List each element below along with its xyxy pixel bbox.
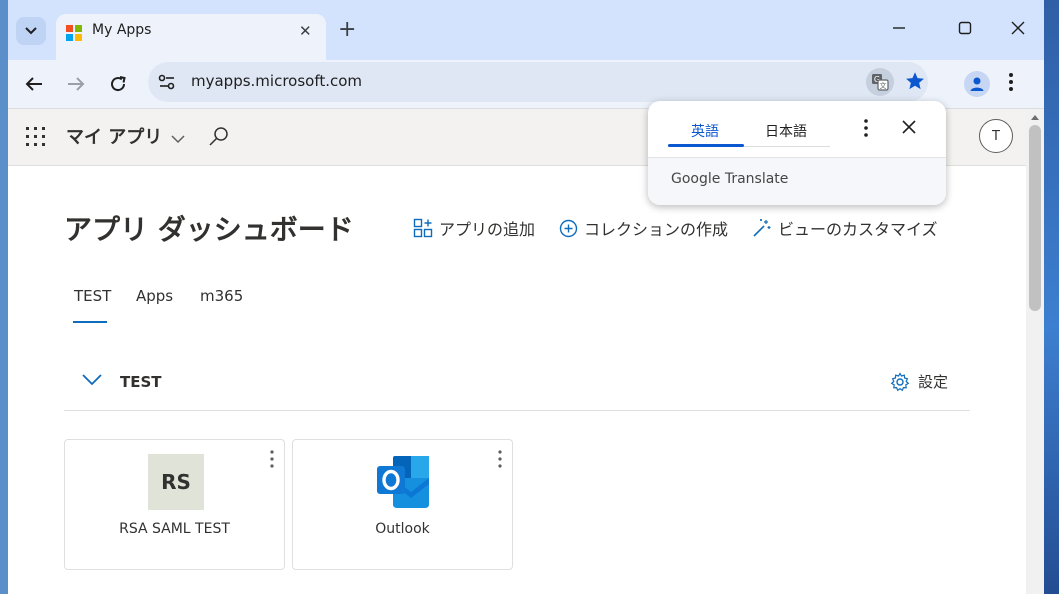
url-text[interactable]: myapps.microsoft.com — [191, 72, 362, 90]
profile-button[interactable] — [964, 71, 990, 97]
scroll-thumb[interactable] — [1029, 125, 1041, 311]
close-icon — [1011, 21, 1025, 35]
site-info-icon[interactable] — [158, 74, 176, 94]
group-divider — [64, 410, 970, 411]
forward-button[interactable] — [64, 72, 88, 96]
more-vertical-icon — [498, 450, 502, 468]
more-vertical-icon — [864, 119, 868, 137]
desktop-background — [1044, 0, 1059, 594]
arrow-left-icon — [25, 77, 42, 91]
app-logo: RS — [148, 454, 204, 510]
tile-menu-button[interactable] — [498, 450, 502, 472]
translate-options-button[interactable] — [864, 119, 868, 141]
create-collection-label: コレクションの作成 — [584, 220, 729, 239]
tab-title: My Apps — [92, 22, 152, 38]
translate-tab-japanese[interactable]: 日本語 — [765, 121, 807, 141]
tile-label: Outlook — [375, 521, 430, 537]
outlook-icon — [377, 456, 429, 508]
translate-icon[interactable]: G文 — [866, 68, 894, 96]
customize-view-label: ビューのカスタマイズ — [778, 220, 938, 239]
browser-window: My Apps ✕ + myapps.microsoft.com G 文 マイ … — [8, 0, 1044, 594]
customize-view-button[interactable]: ビューのカスタマイズ — [752, 216, 938, 240]
back-button[interactable] — [22, 72, 46, 96]
page-scrollbar[interactable] — [1026, 109, 1044, 594]
translate-footer: Google Translate — [648, 157, 946, 205]
chevron-down-icon — [25, 27, 37, 35]
app-name[interactable]: マイ アプリ — [66, 123, 162, 149]
tab-search-button[interactable] — [16, 17, 46, 45]
close-icon — [902, 120, 916, 134]
app-launcher-icon[interactable] — [26, 127, 46, 147]
add-app-button[interactable]: アプリの追加 — [413, 216, 535, 240]
scroll-up-arrow-icon[interactable] — [1031, 115, 1039, 120]
tab-test[interactable]: TEST — [74, 287, 111, 305]
tab-m365[interactable]: m365 — [200, 287, 243, 305]
translate-active-indicator — [668, 144, 744, 147]
settings-label: 設定 — [918, 373, 949, 391]
group-settings-button[interactable]: 設定 — [890, 371, 948, 392]
browser-menu-button[interactable] — [1008, 72, 1014, 96]
add-app-label: アプリの追加 — [439, 220, 536, 239]
tab-close-icon[interactable]: ✕ — [299, 22, 312, 40]
reload-icon — [111, 76, 126, 92]
close-window-button[interactable] — [1011, 20, 1025, 39]
address-bar[interactable]: myapps.microsoft.com G文 — [148, 62, 928, 102]
bookmark-star-icon[interactable] — [904, 70, 926, 96]
minimize-button[interactable] — [892, 20, 906, 39]
chevron-down-icon[interactable] — [82, 371, 102, 390]
translate-close-button[interactable] — [902, 119, 916, 138]
page-title: アプリ ダッシュボード — [64, 213, 354, 246]
maximize-button[interactable] — [958, 20, 972, 39]
group-title: TEST — [120, 373, 162, 391]
arrow-right-icon — [68, 77, 85, 91]
tile-menu-button[interactable] — [270, 450, 274, 472]
search-icon[interactable] — [208, 125, 230, 151]
translate-popup: 英語 日本語 Google Translate — [648, 101, 946, 205]
tab-strip: My Apps ✕ + — [8, 0, 1044, 60]
minimize-icon — [893, 27, 905, 29]
translate-tab-english[interactable]: 英語 — [691, 121, 719, 141]
add-app-icon — [413, 218, 433, 238]
new-tab-button[interactable]: + — [338, 18, 356, 42]
maximize-icon — [958, 21, 972, 35]
tile-label: RSA SAML TEST — [119, 521, 230, 537]
chevron-down-icon[interactable] — [171, 129, 185, 148]
reload-button[interactable] — [106, 72, 130, 96]
more-vertical-icon — [270, 450, 274, 468]
user-avatar[interactable]: T — [979, 119, 1013, 153]
add-circle-icon — [559, 219, 578, 237]
browser-tab[interactable]: My Apps ✕ — [56, 14, 326, 60]
translate-brand: Google Translate — [671, 171, 789, 187]
app-tile-outlook[interactable]: Outlook — [292, 439, 513, 570]
svg-text:文: 文 — [880, 81, 887, 90]
tab-apps[interactable]: Apps — [136, 287, 173, 305]
create-collection-button[interactable]: コレクションの作成 — [559, 216, 728, 240]
person-icon — [970, 77, 984, 91]
active-tab-indicator — [73, 321, 107, 323]
microsoft-logo-icon — [66, 25, 82, 41]
magic-wand-icon — [753, 219, 771, 237]
more-vertical-icon — [1009, 73, 1013, 91]
app-tile-rsa-saml-test[interactable]: RS RSA SAML TEST — [64, 439, 285, 570]
gear-icon — [890, 371, 910, 391]
